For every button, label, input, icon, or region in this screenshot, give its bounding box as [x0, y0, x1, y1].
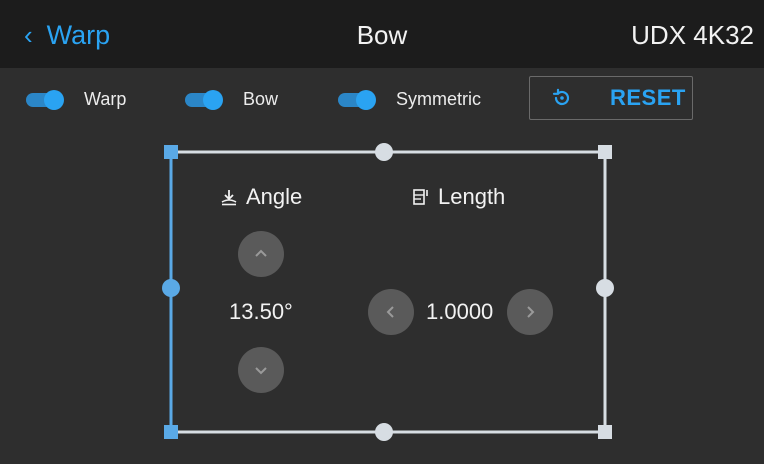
corner-handle-bottom-left[interactable]	[164, 425, 178, 439]
mid-handle-left-selected[interactable]	[162, 279, 180, 297]
warp-toggle[interactable]: Warp	[26, 89, 126, 110]
header-bar: ‹ Warp Bow UDX 4K32	[0, 0, 764, 68]
length-decrease-button[interactable]	[368, 289, 414, 335]
angle-label: Angle	[246, 184, 303, 209]
length-increase-button[interactable]	[507, 289, 553, 335]
mid-handle-top[interactable]	[375, 143, 393, 161]
symmetric-toggle[interactable]: Symmetric	[338, 89, 481, 110]
bow-editor: Angle 13.50° Length 1.0000	[0, 128, 764, 464]
symmetric-toggle-label: Symmetric	[396, 89, 481, 109]
length-label: Length	[438, 184, 506, 209]
warp-toggle-label: Warp	[84, 89, 127, 109]
angle-header: Angle	[220, 183, 302, 211]
reset-label: RESET	[610, 85, 686, 110]
toolbar: Warp Bow Symmetric RESET	[0, 68, 764, 128]
chevron-left-icon	[386, 306, 394, 318]
length-value: 1.0000	[426, 299, 494, 324]
symmetric-switch[interactable]	[338, 89, 376, 110]
chevron-right-icon	[527, 306, 535, 318]
reset-icon	[552, 88, 570, 106]
angle-value: 13.50°	[229, 299, 293, 324]
mid-handle-right[interactable]	[596, 279, 614, 297]
bow-toggle[interactable]: Bow	[185, 89, 278, 110]
angle-icon	[221, 190, 237, 206]
length-icon	[413, 189, 428, 205]
angle-decrease-button[interactable]	[238, 347, 284, 393]
mid-handle-bottom[interactable]	[375, 423, 393, 441]
length-header: Length	[412, 183, 505, 211]
bow-switch[interactable]	[185, 89, 223, 110]
warp-switch[interactable]	[26, 89, 64, 110]
chevron-down-icon	[255, 367, 267, 375]
angle-increase-button[interactable]	[238, 231, 284, 277]
bow-toggle-label: Bow	[243, 89, 279, 109]
reset-button[interactable]: RESET	[529, 76, 693, 120]
corner-handle-top-right[interactable]	[598, 145, 612, 159]
chevron-up-icon	[255, 249, 267, 257]
corner-handle-top-left[interactable]	[164, 145, 178, 159]
corner-handle-bottom-right[interactable]	[598, 425, 612, 439]
device-model: UDX 4K32	[631, 20, 754, 50]
